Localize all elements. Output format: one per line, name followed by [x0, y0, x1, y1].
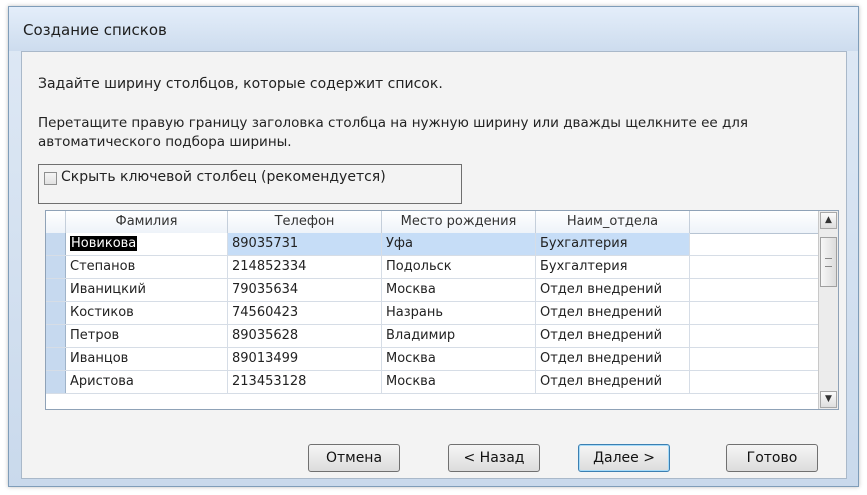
grid-header: Фамилия Телефон Место рождения Наим_отде…: [46, 211, 838, 234]
table-cell[interactable]: 79035634: [228, 279, 382, 301]
table-cell[interactable]: 89013499: [228, 348, 382, 370]
row-selector[interactable]: [46, 302, 66, 324]
table-cell[interactable]: Бухгалтерия: [536, 256, 690, 278]
table-cell[interactable]: Назрань: [382, 302, 536, 324]
cell-text: Степанов: [70, 259, 136, 274]
scroll-thumb[interactable]: [820, 237, 837, 287]
table-row[interactable]: Иванцов 89013499 Москва Отдел внедрений: [46, 348, 819, 371]
cell-text: Москва: [386, 374, 436, 389]
cancel-button[interactable]: Отмена: [308, 444, 400, 472]
hide-key-column-label: Скрыть ключевой столбец (рекомендуется): [61, 169, 386, 185]
table-row[interactable]: Петров 89035628 Владимир Отдел внедрений: [46, 325, 819, 348]
table-cell[interactable]: Москва: [382, 279, 536, 301]
table-cell[interactable]: Отдел внедрений: [536, 348, 690, 370]
cell-text: Подольск: [386, 259, 452, 274]
column-header[interactable]: Телефон: [228, 211, 382, 233]
table-cell[interactable]: 214852334: [228, 256, 382, 278]
table-cell[interactable]: Петров: [66, 325, 228, 347]
finish-button[interactable]: Готово: [726, 444, 818, 472]
cell-text: 89013499: [232, 351, 299, 366]
column-header[interactable]: Место рождения: [382, 211, 536, 233]
vertical-scrollbar[interactable]: ▲ ▼: [818, 211, 838, 409]
cell-text: Отдел внедрений: [540, 282, 663, 297]
table-row[interactable]: Аристова 213453128 Москва Отдел внедрений: [46, 371, 819, 394]
table-cell[interactable]: Москва: [382, 371, 536, 393]
table-cell[interactable]: Отдел внедрений: [536, 371, 690, 393]
title-bar[interactable]: Создание списков: [9, 7, 858, 51]
cell-text: Москва: [386, 282, 436, 297]
instruction-detail-text: Перетащите правую границу заголовка стол…: [38, 115, 749, 150]
table-cell[interactable]: 89035731: [228, 233, 382, 255]
row-selector[interactable]: [46, 371, 66, 393]
cell-text: Отдел внедрений: [540, 351, 663, 366]
scroll-up-arrow-icon[interactable]: ▲: [820, 212, 837, 229]
dialog-client-area: Задайте ширину столбцов, которые содержи…: [21, 51, 847, 479]
cell-text: 74560423: [232, 305, 299, 320]
cell-text: 214852334: [232, 259, 307, 274]
table-row[interactable]: Новикова 89035731 Уфа Бухгалтерия: [46, 233, 819, 256]
cell-text: Костиков: [70, 305, 134, 320]
table-cell[interactable]: Иваницкий: [66, 279, 228, 301]
table-cell[interactable]: Уфа: [382, 233, 536, 255]
table-cell[interactable]: Отдел внедрений: [536, 279, 690, 301]
header-corner[interactable]: [46, 211, 66, 233]
dialog-window: Создание списков Задайте ширину столбцов…: [8, 6, 859, 487]
cell-text: Аристова: [70, 374, 134, 389]
table-cell[interactable]: Бухгалтерия: [536, 233, 690, 255]
cell-text: 79035634: [232, 282, 299, 297]
cell-text: Петров: [70, 328, 120, 343]
table-cell[interactable]: Аристова: [66, 371, 228, 393]
cell-text: 213453128: [232, 374, 307, 389]
column-header[interactable]: Наим_отдела: [536, 211, 690, 233]
back-button[interactable]: < Назад: [448, 444, 540, 472]
cell-text: Бухгалтерия: [540, 236, 628, 251]
table-cell[interactable]: 213453128: [228, 371, 382, 393]
row-selector[interactable]: [46, 348, 66, 370]
cell-text: Назрань: [386, 305, 444, 320]
table-cell[interactable]: 89035628: [228, 325, 382, 347]
cell-text: Иваницкий: [70, 282, 146, 297]
table-cell[interactable]: Подольск: [382, 256, 536, 278]
table-cell[interactable]: Иванцов: [66, 348, 228, 370]
cell-text: Москва: [386, 351, 436, 366]
table-cell[interactable]: Владимир: [382, 325, 536, 347]
table-row[interactable]: Иваницкий 79035634 Москва Отдел внедрений: [46, 279, 819, 302]
table-row[interactable]: Степанов 214852334 Подольск Бухгалтерия: [46, 256, 819, 279]
table-cell[interactable]: Костиков: [66, 302, 228, 324]
row-selector[interactable]: [46, 233, 66, 255]
cell-text: Иванцов: [70, 351, 129, 366]
checkbox-box[interactable]: [44, 172, 57, 185]
table-cell[interactable]: Степанов: [66, 256, 228, 278]
scroll-down-arrow-icon[interactable]: ▼: [820, 391, 837, 408]
cell-text: Владимир: [386, 328, 456, 343]
table-row[interactable]: Костиков 74560423 Назрань Отдел внедрений: [46, 302, 819, 325]
next-button[interactable]: Далее >: [578, 444, 670, 472]
cell-text: 89035628: [232, 328, 299, 343]
column-width-grid[interactable]: Фамилия Телефон Место рождения Наим_отде…: [45, 210, 839, 410]
instruction-text: Задайте ширину столбцов, которые содержи…: [38, 76, 443, 92]
table-cell[interactable]: 74560423: [228, 302, 382, 324]
column-header[interactable]: Фамилия: [66, 211, 228, 233]
row-selector[interactable]: [46, 325, 66, 347]
row-selector[interactable]: [46, 279, 66, 301]
window-title: Создание списков: [23, 21, 167, 39]
cell-text: Отдел внедрений: [540, 374, 663, 389]
table-cell[interactable]: Отдел внедрений: [536, 325, 690, 347]
cell-text: Новикова: [70, 236, 138, 251]
table-cell[interactable]: Отдел внедрений: [536, 302, 690, 324]
cell-text: Уфа: [386, 236, 414, 251]
cell-text: 89035731: [232, 236, 299, 251]
row-selector[interactable]: [46, 256, 66, 278]
cell-text: Отдел внедрений: [540, 305, 663, 320]
table-cell[interactable]: Новикова: [66, 233, 228, 255]
hide-key-column-checkbox[interactable]: Скрыть ключевой столбец (рекомендуется): [38, 164, 462, 204]
table-cell[interactable]: Москва: [382, 348, 536, 370]
cell-text: Отдел внедрений: [540, 328, 663, 343]
cell-text: Бухгалтерия: [540, 259, 628, 274]
